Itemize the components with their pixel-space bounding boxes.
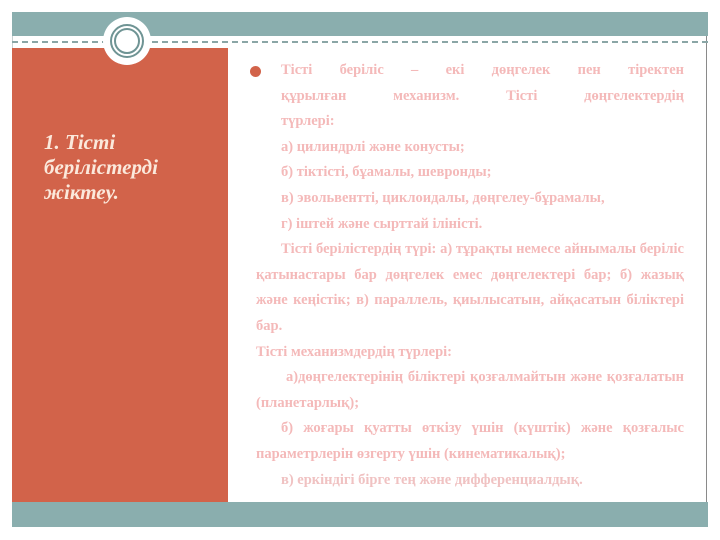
bullet-line: Тісті беріліс – екі дөңгелек пен тіректе…: [281, 62, 684, 78]
bullet-item: Тісті беріліс – екі дөңгелек пен тіректе…: [250, 58, 684, 135]
circle-ornament-icon: [103, 17, 151, 65]
slide-title: 1. Тісті берілістерді жіктеу.: [44, 130, 158, 204]
mechanism-item-b: б) жоғары қуатты өткізу үшін (күштік) жә…: [256, 420, 684, 462]
mechanisms-heading: Тісті механизмдердің түрлері:: [256, 343, 453, 360]
slide-body: Тісті беріліс – екі дөңгелек пен тіректе…: [250, 58, 684, 493]
ornament-inner-ring: [114, 28, 140, 54]
transmission-paragraph: Тісті берілістердің түрі: а) тұрақты нем…: [256, 241, 684, 334]
gear-type-item: б) тіктісті, бұамалы, шевронды;: [281, 164, 492, 181]
side-panel: [12, 48, 228, 502]
bullet-line: құрылған механизм. Тісті дөңгелектердің: [281, 87, 684, 104]
gear-type-item: г) іштей және сырттай іліністі.: [281, 215, 483, 232]
gear-type-item: а) цилиндрлі және конусты;: [281, 138, 465, 155]
bullet-line: түрлері:: [281, 113, 335, 130]
bullet-dot-icon: [250, 66, 261, 77]
mechanism-item-c: в) еркіндігі бірге тең және дифференциал…: [281, 471, 583, 488]
mechanism-item-a: а)дөңгелектерінің біліктері қозғалмайтын…: [256, 369, 684, 411]
footer-band: [12, 502, 708, 527]
gear-type-item: в) эвольвентті, циклоидалы, дөңгелеу-бұр…: [281, 189, 605, 206]
